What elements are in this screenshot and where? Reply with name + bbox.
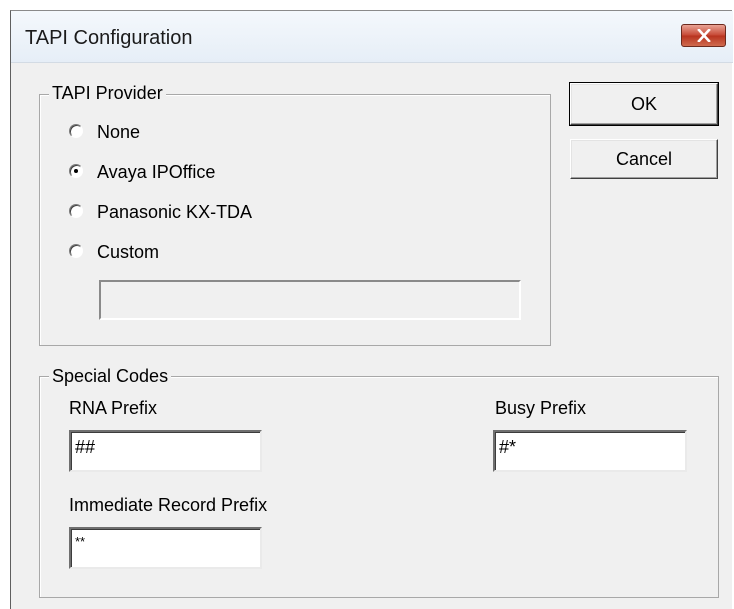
- radio-panasonic-kx-tda-label: Panasonic KX-TDA: [97, 202, 253, 222]
- immediate-record-prefix-field[interactable]: **: [69, 527, 262, 569]
- custom-provider-field[interactable]: [99, 280, 521, 320]
- immediate-record-prefix-label: Immediate Record Prefix: [69, 495, 268, 515]
- rna-prefix-value: ##: [75, 437, 96, 457]
- close-x-icon: [697, 29, 711, 42]
- tapi-configuration-dialog: TAPI Configuration TAPI Provider None Av…: [10, 10, 733, 609]
- tapi-provider-legend: TAPI Provider: [49, 83, 166, 103]
- title-bar: TAPI Configuration: [11, 11, 733, 63]
- radio-button-selected-icon: [69, 164, 83, 178]
- radio-button-icon: [69, 244, 83, 258]
- radio-none-label: None: [97, 122, 141, 142]
- radio-button-icon: [69, 124, 83, 138]
- special-codes-legend: Special Codes: [49, 366, 172, 386]
- close-button[interactable]: [681, 24, 726, 47]
- radio-avaya-ipoffice-label: Avaya IPOffice: [97, 162, 216, 182]
- busy-prefix-value: #*: [499, 437, 517, 457]
- busy-prefix-field[interactable]: #*: [493, 430, 687, 472]
- rna-prefix-field[interactable]: ##: [69, 430, 262, 472]
- window-title: TAPI Configuration: [25, 27, 193, 49]
- ok-button-label: OK: [630, 94, 657, 114]
- rna-prefix-label: RNA Prefix: [69, 398, 158, 418]
- radio-button-icon: [69, 204, 83, 218]
- busy-prefix-label: Busy Prefix: [495, 398, 587, 418]
- cancel-button[interactable]: Cancel: [570, 139, 718, 179]
- radio-custom-label: Custom: [97, 242, 160, 262]
- ok-button[interactable]: OK: [569, 82, 719, 126]
- cancel-button-label: Cancel: [615, 149, 673, 169]
- immediate-record-prefix-value: **: [75, 534, 86, 549]
